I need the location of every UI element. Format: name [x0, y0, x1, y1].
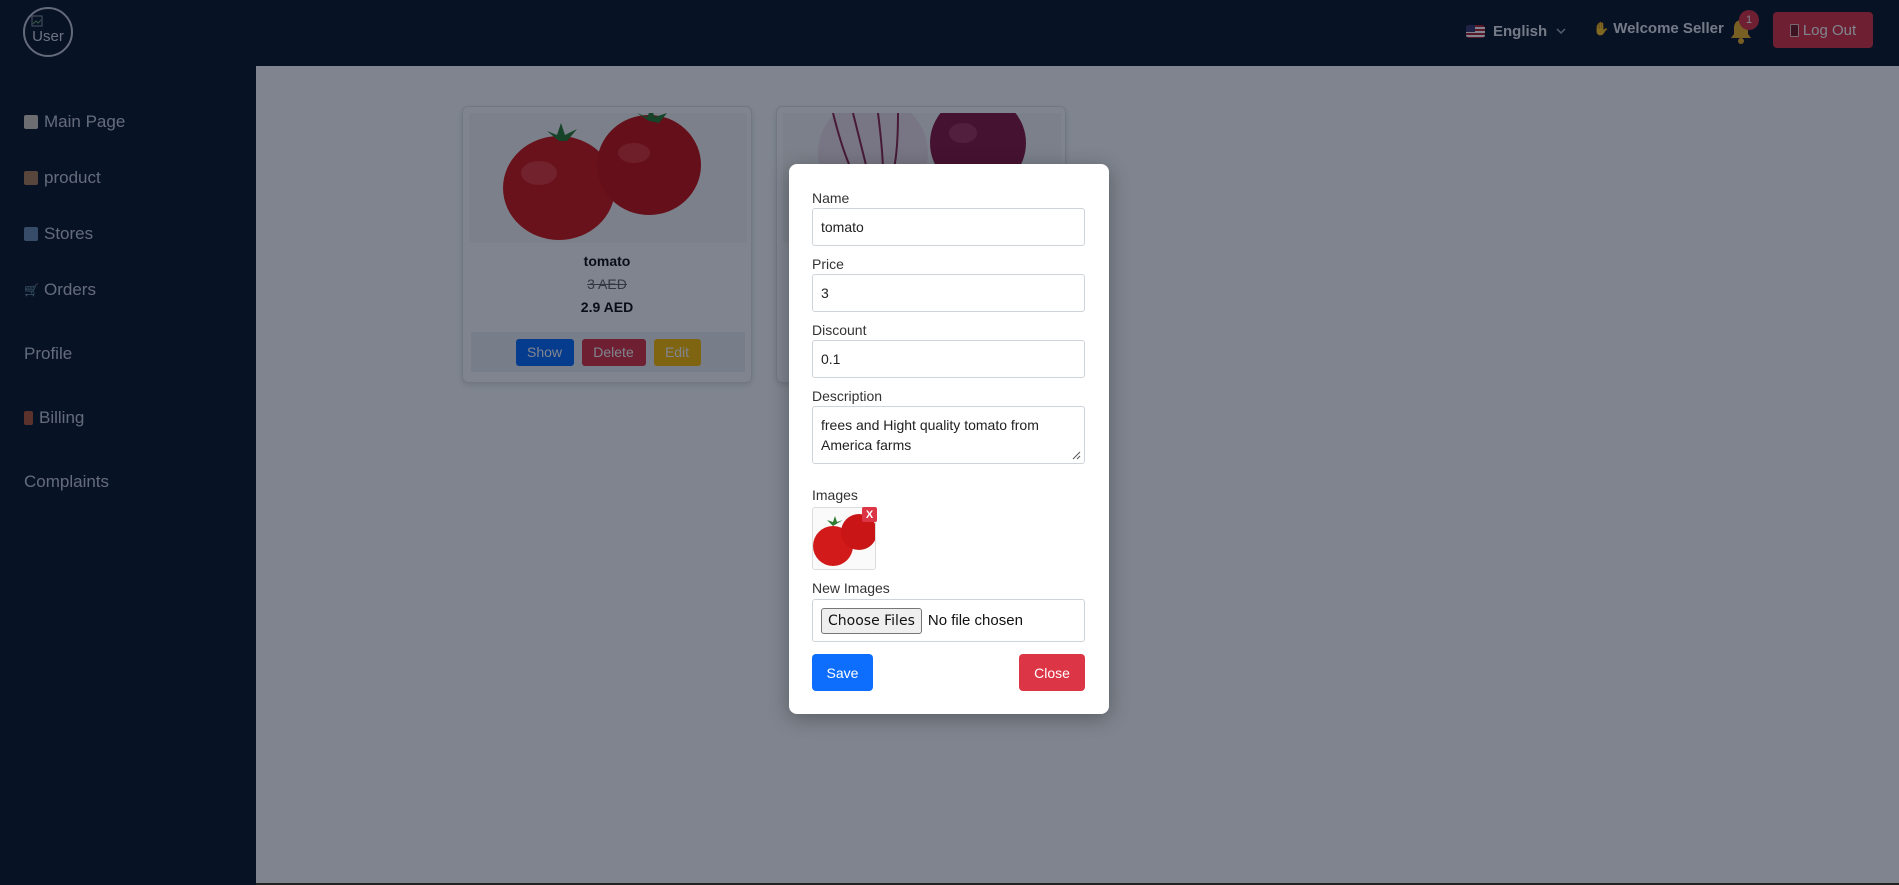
price-field[interactable]: 3 — [812, 274, 1085, 312]
name-label: Name — [812, 190, 850, 206]
no-file-text: No file chosen — [927, 612, 1023, 629]
name-field[interactable]: tomato — [812, 208, 1085, 246]
save-button[interactable]: Save — [812, 654, 873, 691]
description-label: Description — [812, 388, 883, 404]
close-button[interactable]: Close — [1019, 654, 1085, 691]
images-label: Images — [812, 487, 858, 503]
new-images-label: New Images — [812, 580, 890, 596]
remove-image-button[interactable]: X — [862, 507, 877, 522]
resize-handle-icon[interactable] — [1072, 451, 1081, 460]
edit-product-modal: Name tomato Price 3 Discount 0.1 Descrip… — [789, 164, 1109, 714]
choose-files-button[interactable]: Choose Files — [821, 607, 922, 634]
discount-field[interactable]: 0.1 — [812, 340, 1085, 378]
new-images-file-input[interactable]: Choose Files No file chosen — [812, 599, 1085, 642]
price-label: Price — [812, 256, 844, 272]
discount-label: Discount — [812, 322, 867, 338]
description-textarea[interactable]: frees and Hight quality tomato from Amer… — [812, 406, 1085, 464]
description-text: frees and Hight quality tomato from Amer… — [821, 417, 1039, 453]
